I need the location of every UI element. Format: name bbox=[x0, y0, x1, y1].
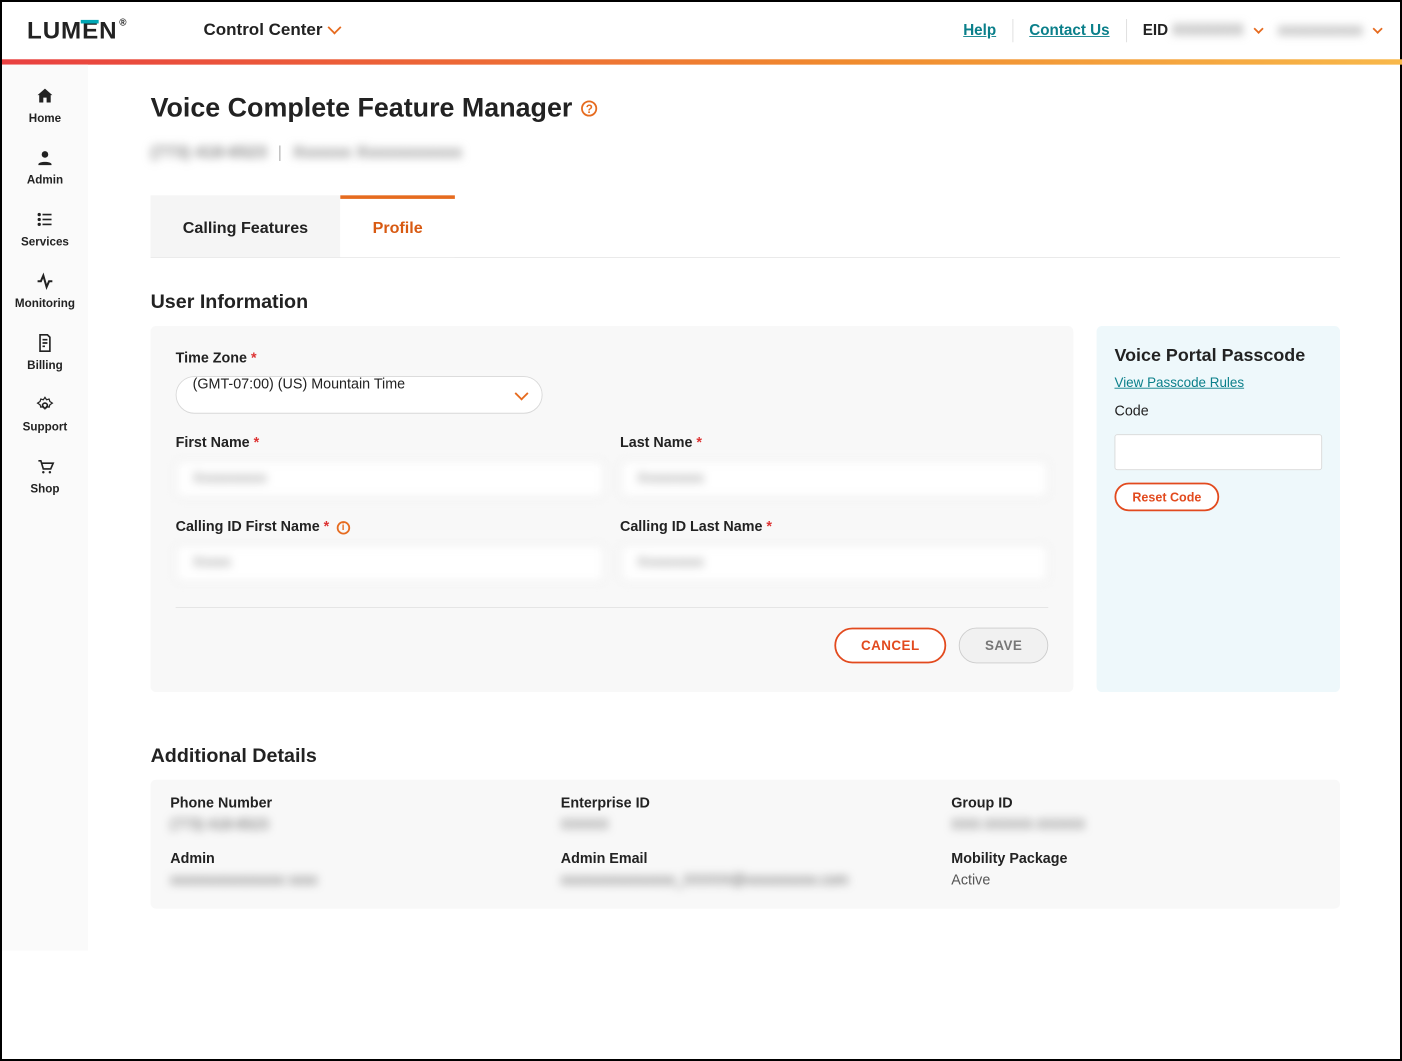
passcode-heading: Voice Portal Passcode bbox=[1114, 346, 1322, 367]
cid-last-input[interactable] bbox=[620, 544, 1048, 582]
admin-email-value: xxxxxxxxxxxxxxxx_XXXXX@xxxxxxxxxx.com bbox=[561, 873, 930, 889]
last-name-label: Last Name * bbox=[620, 435, 1048, 451]
sidebar-item-billing[interactable]: Billing bbox=[2, 322, 88, 384]
enterprise-id-label: Enterprise ID bbox=[561, 796, 930, 812]
lumen-logo: LUMEN® bbox=[27, 17, 127, 45]
info-icon[interactable]: i bbox=[336, 521, 349, 534]
cancel-button[interactable]: CANCEL bbox=[834, 628, 946, 664]
activity-icon bbox=[35, 271, 55, 291]
passcode-rules-link[interactable]: View Passcode Rules bbox=[1114, 375, 1244, 390]
sidebar-item-support[interactable]: Support bbox=[2, 384, 88, 446]
mobility-label: Mobility Package bbox=[951, 851, 1320, 867]
admin-value: xxxxxxxxxxxxxxxx xxxx bbox=[170, 873, 539, 889]
sidebar: Home Admin Services Monitoring Billing S… bbox=[2, 65, 88, 951]
group-id-label: Group ID bbox=[951, 796, 1320, 812]
chevron-down-icon bbox=[1253, 24, 1263, 34]
additional-details-panel: Phone Number (773) 418-6523 Enterprise ID… bbox=[151, 780, 1340, 909]
cid-first-label: Calling ID First Name * i bbox=[176, 519, 604, 535]
phone-value: (773) 418-6523 bbox=[170, 817, 539, 833]
invoice-icon bbox=[35, 333, 55, 353]
topbar: LUMEN® Control Center Help Contact Us EI… bbox=[2, 2, 1402, 59]
contact-us-link[interactable]: Contact Us bbox=[1029, 22, 1109, 40]
phone-label: Phone Number bbox=[170, 796, 539, 812]
tab-profile[interactable]: Profile bbox=[340, 195, 455, 257]
chevron-down-icon bbox=[1373, 24, 1383, 34]
first-name-label: First Name * bbox=[176, 435, 604, 451]
help-icon[interactable]: ? bbox=[581, 100, 597, 116]
mobility-value: Active bbox=[951, 873, 1320, 889]
last-name-input[interactable] bbox=[620, 460, 1048, 498]
additional-details-heading: Additional Details bbox=[151, 744, 1340, 767]
sidebar-item-services[interactable]: Services bbox=[2, 199, 88, 261]
user-dropdown[interactable]: xxxxxxxxxx bbox=[1278, 22, 1381, 40]
sidebar-item-home[interactable]: Home bbox=[2, 75, 88, 137]
enterprise-id-value: XXXXX bbox=[561, 817, 930, 833]
help-link[interactable]: Help bbox=[963, 22, 996, 40]
save-button[interactable]: SAVE bbox=[959, 628, 1048, 664]
subtitle: (773) 418-6523|Xxxxxx Xxxxxxxxxxx bbox=[151, 143, 1340, 163]
admin-email-label: Admin Email bbox=[561, 851, 930, 867]
group-id-value: XXX-XXXXX-XXXXX bbox=[951, 817, 1320, 833]
cid-first-input[interactable] bbox=[176, 544, 604, 582]
list-icon bbox=[35, 210, 55, 230]
gear-icon bbox=[35, 395, 55, 415]
first-name-input[interactable] bbox=[176, 460, 604, 498]
code-label: Code bbox=[1114, 404, 1322, 420]
passcode-panel: Voice Portal Passcode View Passcode Rule… bbox=[1097, 326, 1340, 692]
chevron-down-icon bbox=[328, 21, 342, 35]
sidebar-item-monitoring[interactable]: Monitoring bbox=[2, 261, 88, 323]
cart-icon bbox=[35, 457, 55, 477]
tab-calling-features[interactable]: Calling Features bbox=[151, 195, 341, 257]
cid-last-label: Calling ID Last Name * bbox=[620, 519, 1048, 535]
timezone-label: Time Zone * bbox=[176, 351, 1049, 367]
sidebar-item-shop[interactable]: Shop bbox=[2, 446, 88, 508]
user-info-panel: Time Zone * (GMT-07:00) (US) Mountain Ti… bbox=[151, 326, 1074, 692]
admin-label: Admin bbox=[170, 851, 539, 867]
code-input[interactable] bbox=[1114, 434, 1322, 470]
control-center-dropdown[interactable]: Control Center bbox=[203, 21, 339, 41]
main-content: Voice Complete Feature Manager ? (773) 4… bbox=[88, 65, 1402, 951]
eid-dropdown[interactable]: EID XXXXXXX bbox=[1143, 22, 1262, 40]
home-icon bbox=[35, 86, 55, 106]
user-info-heading: User Information bbox=[151, 290, 1340, 313]
reset-code-button[interactable]: Reset Code bbox=[1114, 483, 1219, 512]
sidebar-item-admin[interactable]: Admin bbox=[2, 137, 88, 199]
timezone-select[interactable]: (GMT-07:00) (US) Mountain Time bbox=[176, 376, 543, 414]
tabs: Calling Features Profile bbox=[151, 195, 1340, 258]
page-title: Voice Complete Feature Manager ? bbox=[151, 93, 1340, 123]
user-icon bbox=[35, 148, 55, 168]
